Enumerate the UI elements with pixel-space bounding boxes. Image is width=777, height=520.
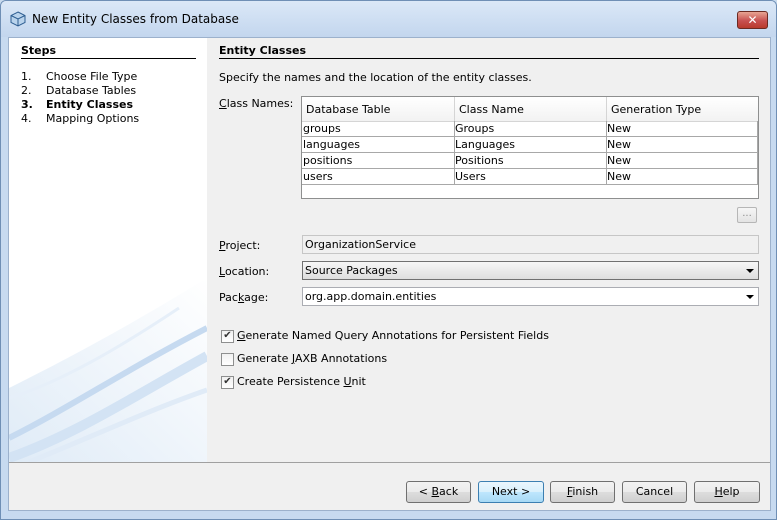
chevron-down-icon[interactable] bbox=[746, 269, 754, 273]
column-header-class-name[interactable]: Class Name bbox=[459, 103, 524, 116]
named-query-checkbox[interactable]: ✔ bbox=[221, 330, 234, 343]
project-label: Project: bbox=[219, 239, 261, 252]
step-label: Database Tables bbox=[46, 84, 137, 97]
cancel-button[interactable]: Cancel bbox=[622, 481, 687, 503]
column-divider bbox=[454, 97, 455, 121]
table-cell[interactable]: New bbox=[606, 154, 631, 169]
table-row[interactable]: languages Languages New bbox=[302, 137, 758, 153]
persistence-unit-checkbox[interactable]: ✔ bbox=[221, 376, 234, 389]
step-number: 1. bbox=[21, 70, 32, 83]
step-label: Choose File Type bbox=[46, 70, 138, 83]
table-cell[interactable]: New bbox=[606, 122, 631, 137]
table-row[interactable]: groups Groups New bbox=[302, 121, 758, 137]
persistence-unit-label[interactable]: Create Persistence Unit bbox=[237, 375, 366, 388]
step-choose-file-type: 1. Choose File Type bbox=[21, 70, 137, 83]
package-combo-input[interactable]: org.app.domain.entities bbox=[302, 287, 759, 306]
panel-divider bbox=[219, 58, 759, 59]
window-title: New Entity Classes from Database bbox=[32, 12, 239, 26]
netbeans-cube-icon bbox=[10, 11, 26, 27]
location-label: Location: bbox=[219, 265, 270, 278]
named-query-label[interactable]: Generate Named Query Annotations for Per… bbox=[237, 329, 549, 342]
checkmark-icon: ✔ bbox=[223, 330, 232, 341]
back-button[interactable]: < Back bbox=[406, 481, 471, 503]
table-cell[interactable]: Users bbox=[454, 170, 486, 185]
step-number: 2. bbox=[21, 84, 32, 97]
step-number: 3. bbox=[21, 98, 33, 111]
steps-divider bbox=[21, 58, 196, 59]
class-names-label: Class Names: bbox=[219, 97, 294, 110]
step-database-tables: 2. Database Tables bbox=[21, 84, 136, 97]
jaxb-annotations-checkbox[interactable] bbox=[221, 353, 234, 366]
location-dropdown[interactable]: Source Packages bbox=[302, 261, 759, 280]
close-button[interactable]: ✕ bbox=[737, 11, 768, 29]
table-row[interactable]: users Users New bbox=[302, 169, 758, 185]
table-cell: languages bbox=[303, 138, 360, 151]
help-button[interactable]: Help bbox=[694, 481, 760, 503]
finish-button[interactable]: Finish bbox=[550, 481, 615, 503]
column-gridline bbox=[606, 121, 607, 185]
step-label: Entity Classes bbox=[46, 98, 134, 111]
column-divider bbox=[606, 97, 607, 121]
table-cell: users bbox=[303, 170, 333, 183]
table-cell[interactable]: Positions bbox=[454, 154, 504, 169]
table-cell[interactable]: New bbox=[606, 170, 631, 185]
column-gridline bbox=[757, 121, 758, 185]
table-cell: positions bbox=[303, 154, 353, 167]
column-header-database-table[interactable]: Database Table bbox=[306, 103, 390, 116]
dialog-window: New Entity Classes from Database ✕ Steps bbox=[0, 0, 777, 520]
class-names-table[interactable]: Database Table Class Name Generation Typ… bbox=[301, 96, 759, 199]
entity-classes-panel: Entity Classes Specify the names and the… bbox=[207, 38, 770, 462]
table-cell[interactable]: Groups bbox=[454, 122, 494, 137]
checkmark-icon: ✔ bbox=[223, 376, 232, 387]
dialog-content: Steps 1. Choose File Type 2. Database Tabl… bbox=[8, 37, 771, 511]
table-cell[interactable]: Languages bbox=[454, 138, 515, 153]
title-bar[interactable]: New Entity Classes from Database ✕ bbox=[1, 1, 776, 37]
ellipsis-button[interactable]: ... bbox=[737, 207, 757, 223]
table-cell[interactable]: New bbox=[606, 138, 631, 153]
panel-description: Specify the names and the location of th… bbox=[219, 71, 532, 84]
package-label: Package: bbox=[219, 291, 269, 304]
button-bar-divider bbox=[9, 462, 770, 463]
chevron-down-icon[interactable] bbox=[746, 295, 754, 299]
table-cell: groups bbox=[303, 122, 341, 135]
table-row[interactable]: positions Positions New bbox=[302, 153, 758, 169]
location-value: Source Packages bbox=[305, 264, 398, 277]
next-button[interactable]: Next > bbox=[478, 481, 544, 503]
step-number: 4. bbox=[21, 112, 32, 125]
panel-title: Entity Classes bbox=[219, 44, 307, 57]
jaxb-annotations-label[interactable]: Generate JAXB Annotations bbox=[237, 352, 387, 365]
column-gridline bbox=[454, 121, 455, 185]
step-entity-classes: 3. Entity Classes bbox=[21, 98, 133, 111]
column-header-generation-type[interactable]: Generation Type bbox=[611, 103, 701, 116]
step-label: Mapping Options bbox=[46, 112, 140, 125]
steps-panel: Steps 1. Choose File Type 2. Database Tabl… bbox=[9, 38, 207, 462]
step-mapping-options: 4. Mapping Options bbox=[21, 112, 139, 125]
table-header: Database Table Class Name Generation Typ… bbox=[302, 97, 758, 122]
project-field: OrganizationService bbox=[302, 235, 759, 254]
package-value: org.app.domain.entities bbox=[305, 290, 437, 303]
steps-title: Steps bbox=[21, 44, 57, 57]
